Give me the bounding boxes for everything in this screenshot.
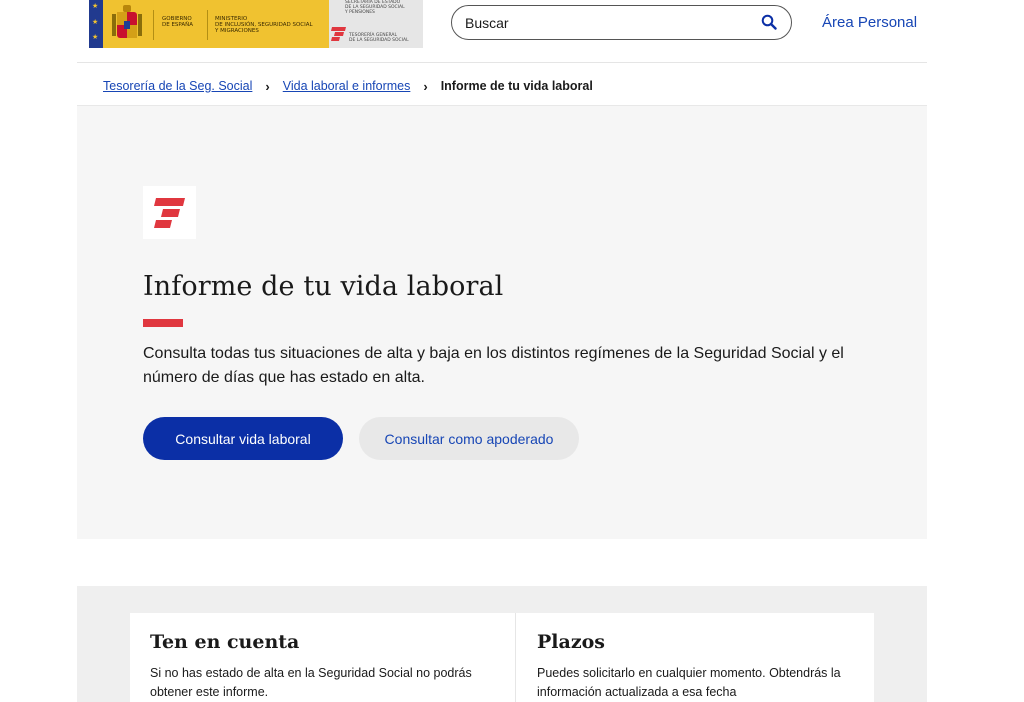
breadcrumb-link-vida-laboral[interactable]: Vida laboral e informes [283, 79, 411, 93]
search-placeholder: Buscar [465, 15, 509, 31]
breadcrumb-current: Informe de tu vida laboral [440, 79, 593, 93]
info-text-ten-en-cuenta: Si no has estado de alta en la Seguridad… [150, 666, 472, 699]
ministry-line-3: Y MIGRACIONES [215, 28, 259, 34]
tgss-hero-logo [143, 186, 196, 239]
eu-flag-bar: ★ ★ ★ [89, 0, 103, 48]
info-plazos: Plazos Puedes solicitarlo en cualquier m… [516, 613, 888, 702]
area-personal-link[interactable]: Área Personal [822, 14, 917, 31]
tgss-label: TESORERÍA GENERAL DE LA SEGURIDAD SOCIAL [349, 33, 409, 43]
breadcrumb: Tesorería de la Seg. Social › Vida labor… [103, 77, 593, 95]
info-ten-en-cuenta: Ten en cuenta Si no has estado de alta e… [130, 613, 502, 702]
info-section: Ten en cuenta Si no has estado de alta e… [77, 586, 927, 702]
info-title-ten-en-cuenta: Ten en cuenta [150, 631, 300, 653]
secretaria-label: SECRETARÍA DE ESTADO DE LA SEGURIDAD SOC… [345, 0, 405, 15]
consultar-como-apoderado-button[interactable]: Consultar como apoderado [359, 417, 579, 460]
tgss-logo-box[interactable]: SECRETARÍA DE ESTADO DE LA SEGURIDAD SOC… [329, 0, 423, 48]
chevron-right-icon: › [265, 78, 270, 94]
info-text-plazos: Puedes solicitarlo en cualquier momento.… [537, 666, 841, 699]
coat-of-arms-icon [112, 5, 142, 38]
search-icon[interactable] [761, 14, 777, 30]
title-accent-bar [143, 319, 183, 327]
tgss-logo-icon [331, 27, 346, 41]
breadcrumb-link-tesoreria[interactable]: Tesorería de la Seg. Social [103, 79, 252, 93]
secretaria-line-3: Y PENSIONES [345, 10, 375, 15]
consultar-vida-laboral-button[interactable]: Consultar vida laboral [143, 417, 343, 460]
page-title: Informe de tu vida laboral [143, 271, 504, 302]
tgss-hero-icon [154, 198, 185, 228]
info-title-plazos: Plazos [537, 631, 605, 653]
gobierno-espana-logo[interactable]: ★ ★ ★ GOBIERNO DE ESPAÑA MINISTERIO DE I… [89, 0, 329, 48]
search-input[interactable]: Buscar [451, 5, 792, 40]
ministry-label: MINISTERIO DE INCLUSIÓN, SEGURIDAD SOCIA… [215, 16, 313, 34]
site-header: ★ ★ ★ GOBIERNO DE ESPAÑA MINISTERIO DE I… [0, 0, 1024, 62]
gov-line-2: DE ESPAÑA [162, 22, 194, 28]
gobierno-label: GOBIERNO DE ESPAÑA [162, 16, 193, 28]
page-description: Consulta todas tus situaciones de alta y… [143, 345, 844, 386]
hero-section: Informe de tu vida laboral Consulta toda… [77, 106, 927, 539]
chevron-right-icon: › [423, 78, 428, 94]
info-card: Ten en cuenta Si no has estado de alta e… [130, 613, 874, 702]
tgss-line-2: DE LA SEGURIDAD SOCIAL [349, 38, 409, 43]
header-divider [77, 62, 927, 63]
